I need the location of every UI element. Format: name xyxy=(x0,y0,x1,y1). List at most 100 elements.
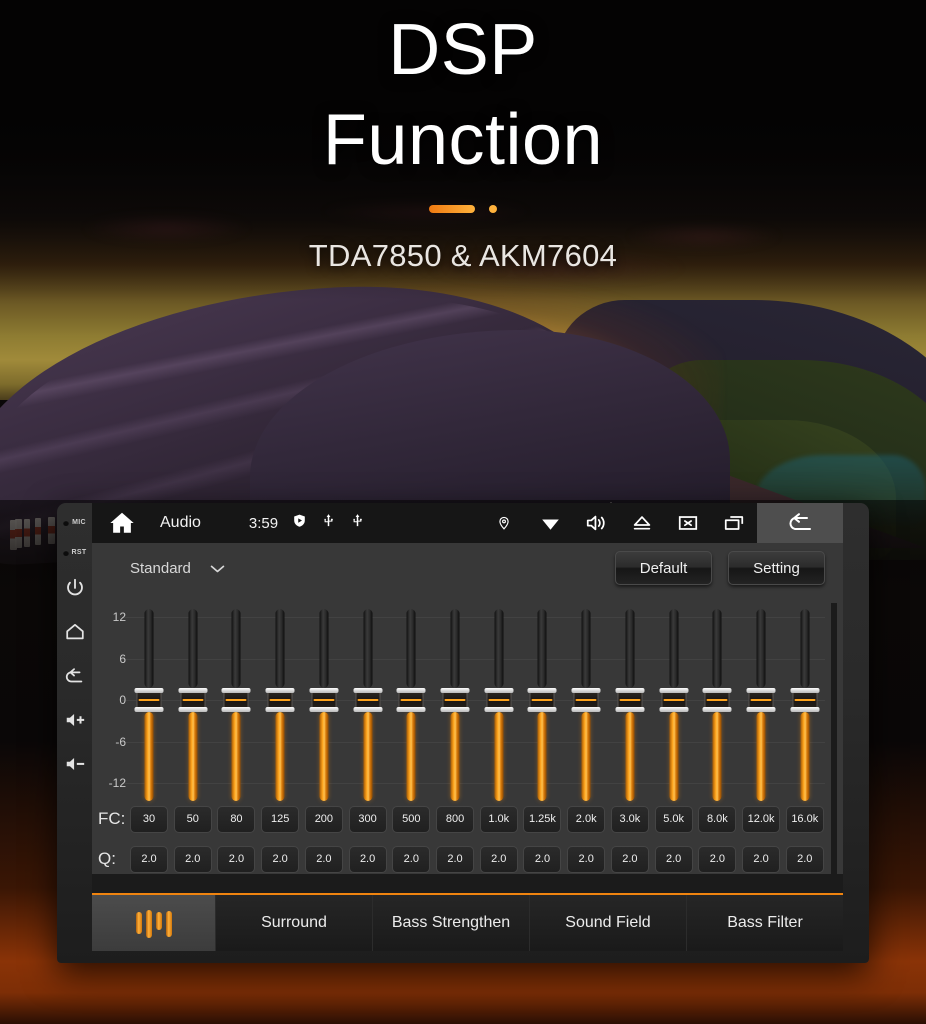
tab-surround[interactable]: Surround xyxy=(216,895,373,951)
statusbar-back-button[interactable] xyxy=(757,503,843,543)
q-cell[interactable]: 2.0 xyxy=(392,845,431,873)
eq-slider-thumb[interactable] xyxy=(309,688,339,712)
eq-slider-thumb[interactable] xyxy=(178,688,208,712)
eq-slider[interactable] xyxy=(392,603,430,801)
eq-slider-thumb[interactable] xyxy=(659,688,689,712)
fc-cell[interactable]: 16.0k xyxy=(785,805,824,833)
q-cell[interactable]: 2.0 xyxy=(348,845,387,873)
setting-button[interactable]: Setting xyxy=(728,551,825,585)
eq-slider[interactable] xyxy=(786,603,824,801)
volume-down-button[interactable] xyxy=(64,753,86,775)
q-cell[interactable]: 2.0 xyxy=(304,845,343,873)
q-cell[interactable]: 2.0 xyxy=(523,845,562,873)
mic-label: MIC xyxy=(72,519,86,526)
eq-slider-thumb[interactable] xyxy=(134,688,164,712)
eq-slider-thumb[interactable] xyxy=(484,688,514,712)
volume-icon[interactable] xyxy=(573,503,619,543)
preset-name[interactable]: Standard xyxy=(130,560,191,577)
q-cell[interactable]: 2.0 xyxy=(654,845,693,873)
thumb-cap-bottom xyxy=(440,707,470,712)
thumb-center-line xyxy=(531,699,553,701)
eq-slider-thumb[interactable] xyxy=(221,688,251,712)
fc-cell[interactable]: 30 xyxy=(130,805,168,833)
q-cell[interactable]: 2.0 xyxy=(261,845,300,873)
eq-slider[interactable] xyxy=(655,603,693,801)
eq-slider-thumb[interactable] xyxy=(265,688,295,712)
q-cell[interactable]: 2.0 xyxy=(130,845,168,873)
tab-sound-field[interactable]: Sound Field xyxy=(530,895,687,951)
eject-icon[interactable] xyxy=(619,503,665,543)
fc-cell[interactable]: 500 xyxy=(392,805,431,833)
eq-slider[interactable] xyxy=(130,603,168,801)
q-cell[interactable]: 2.0 xyxy=(610,845,649,873)
tab-bass-strengthen[interactable]: Bass Strengthen xyxy=(373,895,530,951)
fc-cell[interactable]: 1.0k xyxy=(479,805,518,833)
eq-slider-thumb[interactable] xyxy=(440,688,470,712)
chevron-down-icon[interactable] xyxy=(209,563,226,574)
fc-cell[interactable]: 8.0k xyxy=(698,805,737,833)
fc-cell[interactable]: 12.0k xyxy=(742,805,781,833)
volume-up-button[interactable] xyxy=(64,709,86,731)
default-button[interactable]: Default xyxy=(615,551,712,585)
fc-cell[interactable]: 200 xyxy=(304,805,343,833)
eq-slider-thumb[interactable] xyxy=(571,688,601,712)
fc-cell[interactable]: 5.0k xyxy=(654,805,693,833)
thumb-cap-bottom xyxy=(702,707,732,712)
q-cell[interactable]: 2.0 xyxy=(742,845,781,873)
eq-slider[interactable] xyxy=(261,603,299,801)
eq-slider-thumb[interactable] xyxy=(702,688,732,712)
eq-slider[interactable] xyxy=(436,603,474,801)
reset-hole-icon[interactable] xyxy=(62,549,69,556)
tab-bass-filter[interactable]: Bass Filter xyxy=(687,895,843,951)
eq-slider[interactable] xyxy=(480,603,518,801)
eq-slider[interactable] xyxy=(567,603,605,801)
q-cell[interactable]: 2.0 xyxy=(567,845,606,873)
thumb-cap-bottom xyxy=(571,707,601,712)
back-button[interactable] xyxy=(64,665,86,687)
eq-slider[interactable] xyxy=(698,603,736,801)
q-cells: 2.0 2.0 2.0 2.0 2.0 2.0 2.0 2.0 2.0 2.0 2.0 2.0 2.0 2… xyxy=(130,845,824,873)
eq-slider-thumb[interactable] xyxy=(527,688,557,712)
fc-cell[interactable]: 125 xyxy=(261,805,300,833)
reset-indicator[interactable]: RST xyxy=(62,547,87,558)
close-box-icon[interactable] xyxy=(665,503,711,543)
fc-cell[interactable]: 80 xyxy=(217,805,256,833)
fc-cell[interactable]: 300 xyxy=(348,805,387,833)
eq-slider[interactable] xyxy=(742,603,780,801)
eq-slider-thumb[interactable] xyxy=(790,688,820,712)
q-cell[interactable]: 2.0 xyxy=(785,845,824,873)
eq-slider[interactable] xyxy=(174,603,212,801)
thumb-center-line xyxy=(706,699,728,701)
eq-slider-thumb[interactable] xyxy=(353,688,383,712)
tab-equalizer[interactable] xyxy=(92,895,216,951)
wifi-icon[interactable] xyxy=(527,503,573,543)
thumb-center-line xyxy=(269,699,291,701)
recent-apps-icon[interactable] xyxy=(711,503,757,543)
fc-cell[interactable]: 50 xyxy=(173,805,212,833)
fc-cell[interactable]: 800 xyxy=(436,805,475,833)
eq-slider-thumb[interactable] xyxy=(396,688,426,712)
eq-slider[interactable] xyxy=(305,603,343,801)
thumb-cap-bottom xyxy=(615,707,645,712)
statusbar-home-icon[interactable] xyxy=(92,509,152,537)
q-cell[interactable]: 2.0 xyxy=(173,845,212,873)
q-cell[interactable]: 2.0 xyxy=(698,845,737,873)
eq-slider-thumb[interactable] xyxy=(615,688,645,712)
q-cell[interactable]: 2.0 xyxy=(436,845,475,873)
eq-slider[interactable] xyxy=(217,603,255,801)
q-cell[interactable]: 2.0 xyxy=(479,845,518,873)
statusbar-title: Audio xyxy=(160,514,201,531)
eq-slider-thumb[interactable] xyxy=(746,688,776,712)
fc-cell[interactable]: 2.0k xyxy=(567,805,606,833)
q-cell[interactable]: 2.0 xyxy=(217,845,256,873)
home-button[interactable] xyxy=(64,621,86,643)
thumb-cap-bottom xyxy=(353,707,383,712)
eq-slider[interactable] xyxy=(523,603,561,801)
eq-slider-track xyxy=(188,609,198,688)
eq-slider[interactable] xyxy=(349,603,387,801)
eq-slider[interactable] xyxy=(611,603,649,801)
power-button[interactable] xyxy=(64,577,86,599)
location-pin-icon[interactable] xyxy=(481,503,527,543)
fc-cell[interactable]: 3.0k xyxy=(610,805,649,833)
fc-cell[interactable]: 1.25k xyxy=(523,805,562,833)
